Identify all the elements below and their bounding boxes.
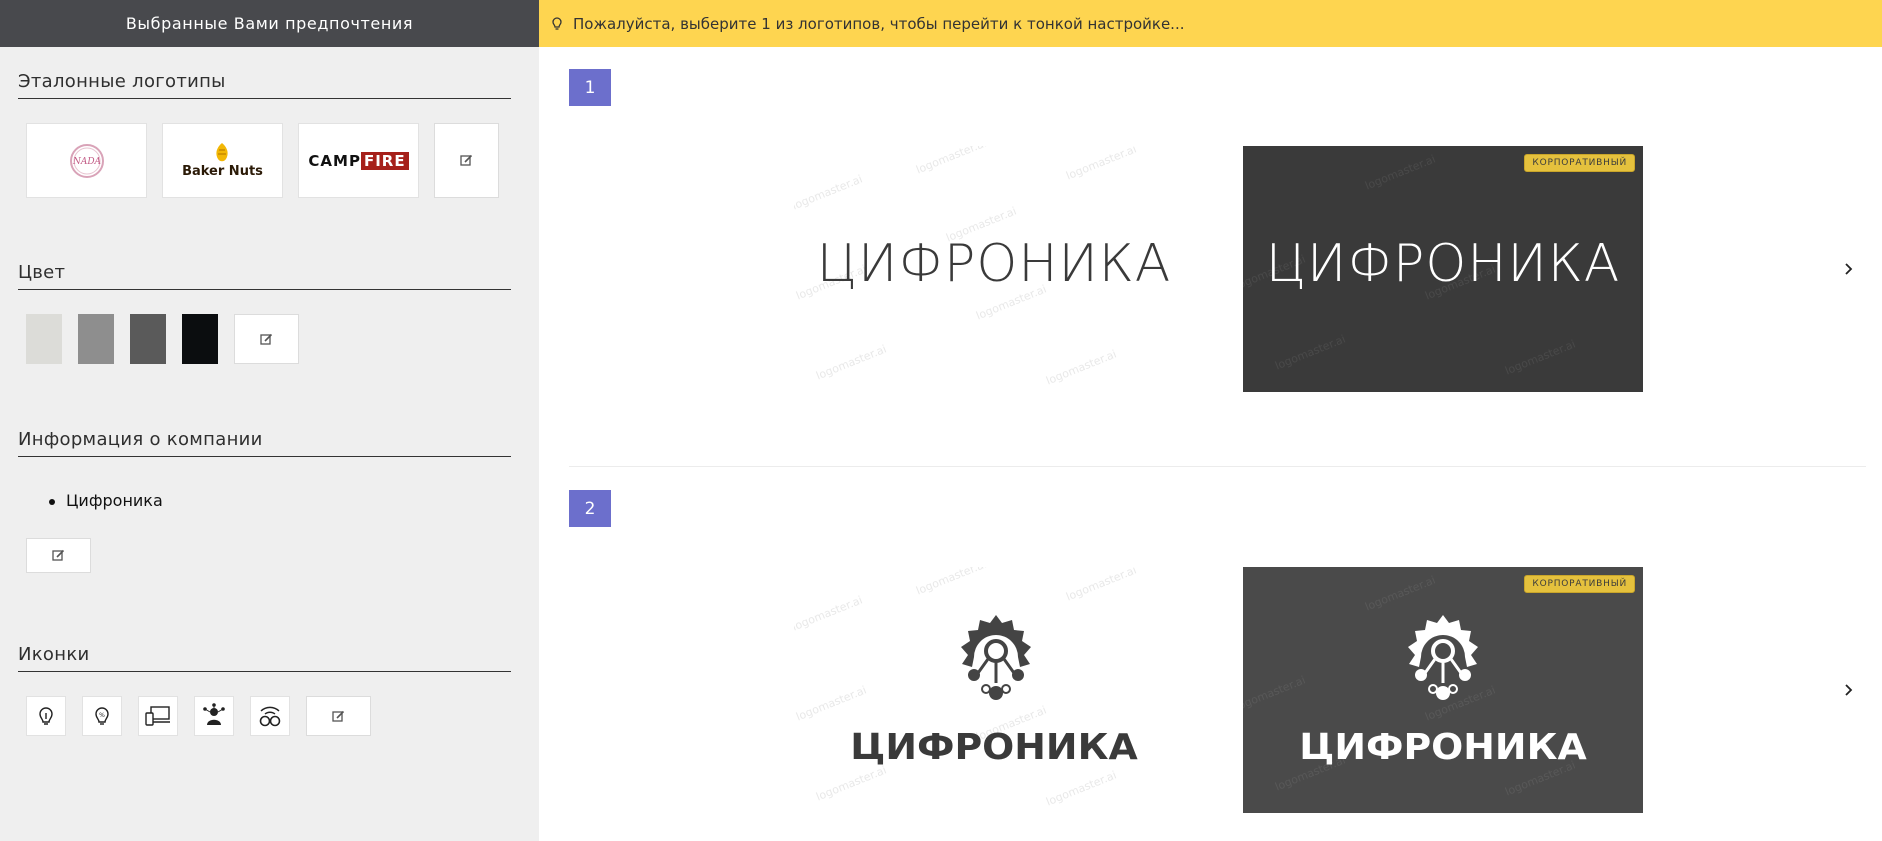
- option-2-light-preview[interactable]: logomaster.ai logomaster.ai logomaster.a…: [794, 567, 1194, 813]
- sidebar-header: Выбранные Вами предпочтения: [0, 0, 539, 47]
- watermark: logomaster.ai: [794, 593, 865, 634]
- watermark: logomaster.ai: [794, 172, 865, 213]
- option-1-light-preview[interactable]: logomaster.ai logomaster.ai logomaster.a…: [794, 146, 1194, 392]
- company-name-item: Цифроника: [49, 491, 511, 510]
- option-number-badge: 2: [569, 490, 611, 527]
- brand-name-bold-light: ЦИФРОНИКА: [1299, 727, 1587, 768]
- options-divider: [569, 466, 1866, 467]
- watermark: logomaster.ai: [1363, 152, 1438, 193]
- colors-section: Цвет: [18, 262, 511, 364]
- chevron-right-icon: [1845, 263, 1853, 275]
- selection-notice: Пожалуйста, выберите 1 из логотипов, что…: [539, 0, 1882, 47]
- app: Выбранные Вами предпочтения Эталонные ло…: [0, 0, 1882, 841]
- campfire-camp-text: CAMP: [308, 151, 361, 170]
- campfire-logo: CAMP FIRE: [308, 151, 409, 170]
- company-info-section: Информация о компании Цифроника: [18, 429, 511, 573]
- watermark: logomaster.ai: [1064, 567, 1139, 604]
- color-swatch-3[interactable]: [130, 314, 166, 364]
- baker-nuts-text: Baker Nuts: [182, 164, 263, 179]
- option-number-badge: 1: [569, 69, 611, 106]
- chevron-right-icon: [1845, 684, 1853, 696]
- preferences-sidebar: Выбранные Вами предпочтения Эталонные ло…: [0, 0, 539, 841]
- edit-icon: [260, 333, 273, 345]
- icons-section: Иконки %: [18, 644, 511, 736]
- edit-logos-button[interactable]: [434, 123, 499, 198]
- icon-thumb-2[interactable]: %: [82, 696, 122, 736]
- edit-colors-button[interactable]: [234, 314, 299, 364]
- style-tag: КОРПОРАТИВНЫЙ: [1524, 154, 1635, 172]
- watermark: logomaster.ai: [1273, 332, 1348, 373]
- campfire-fire-text: FIRE: [360, 151, 409, 170]
- watermark: logomaster.ai: [1503, 337, 1578, 378]
- logo-thumb-baker-nuts[interactable]: Baker Nuts: [162, 123, 283, 198]
- logo-thumb-nada[interactable]: NADA: [26, 123, 147, 198]
- icon-thumb-5[interactable]: [250, 696, 290, 736]
- watermark: logomaster.ai: [1044, 347, 1119, 388]
- notice-text: Пожалуйста, выберите 1 из логотипов, что…: [573, 14, 1185, 33]
- style-tag: КОРПОРАТИВНЫЙ: [1524, 575, 1635, 593]
- wifi-glasses-icon: [259, 706, 281, 727]
- nut-icon: [216, 143, 229, 162]
- brand-name-bold-dark: ЦИФРОНИКА: [850, 727, 1138, 768]
- watermark: logomaster.ai: [1044, 768, 1119, 809]
- logo-thumbs: NADA Baker Nuts CAMP FIRE: [26, 123, 511, 198]
- color-swatch-4[interactable]: [182, 314, 218, 364]
- watermark: logomaster.ai: [794, 683, 869, 724]
- brand-name-thin-dark: ЦИФРОНИКА: [816, 234, 1172, 294]
- section-title-colors: Цвет: [18, 262, 511, 290]
- watermark: logomaster.ai: [1064, 146, 1139, 183]
- edit-icons-button[interactable]: [306, 696, 371, 736]
- laptop-phone-icon: [145, 706, 170, 726]
- watermark: logomaster.ai: [814, 763, 889, 804]
- gear-circuit-icon: [1408, 615, 1478, 700]
- watermark: logomaster.ai: [814, 342, 889, 383]
- watermark: logomaster.ai: [914, 146, 989, 177]
- option-1-dark-preview[interactable]: logomaster.ai logomaster.ai logomaster.a…: [1243, 146, 1643, 392]
- company-info-list: Цифроника: [49, 491, 511, 510]
- section-title-icons: Иконки: [18, 644, 511, 672]
- nada-logo: NADA: [69, 143, 104, 178]
- lightbulb-icon: [551, 16, 563, 31]
- color-swatch-2[interactable]: [78, 314, 114, 364]
- bulb-percent-icon: %: [95, 707, 109, 725]
- icon-thumb-4[interactable]: [194, 696, 234, 736]
- watermark: logomaster.ai: [1243, 673, 1308, 714]
- svg-text:%: %: [99, 712, 105, 719]
- icon-thumb-1[interactable]: [26, 696, 66, 736]
- edit-icon: [52, 549, 65, 561]
- color-swatch-1[interactable]: [26, 314, 62, 364]
- edit-icon: [332, 710, 345, 722]
- icon-thumb-3[interactable]: [138, 696, 178, 736]
- section-title-company: Информация о компании: [18, 429, 511, 457]
- baker-nuts-logo: Baker Nuts: [182, 142, 263, 179]
- watermark: logomaster.ai: [914, 567, 989, 598]
- section-title-logos: Эталонные логотипы: [18, 71, 511, 99]
- logo-thumb-campfire[interactable]: CAMP FIRE: [298, 123, 419, 198]
- watermark: logomaster.ai: [1363, 573, 1438, 614]
- option-2-dark-preview[interactable]: logomaster.ai logomaster.ai logomaster.a…: [1243, 567, 1643, 813]
- reference-logos-section: Эталонные логотипы NADA Baker Nuts CAMP …: [18, 71, 511, 198]
- brand-name-thin-light: ЦИФРОНИКА: [1265, 234, 1621, 294]
- edit-company-button[interactable]: [26, 538, 91, 573]
- color-swatches: [26, 314, 511, 364]
- next-arrow-1[interactable]: [1839, 259, 1859, 279]
- next-arrow-2[interactable]: [1839, 680, 1859, 700]
- bulb-plug-icon: [39, 707, 53, 725]
- network-person-icon: [203, 703, 225, 725]
- nada-logo-text: NADA: [71, 157, 101, 167]
- icon-thumbs: %: [26, 696, 511, 736]
- edit-icon: [460, 154, 473, 166]
- gear-circuit-icon: [961, 615, 1031, 700]
